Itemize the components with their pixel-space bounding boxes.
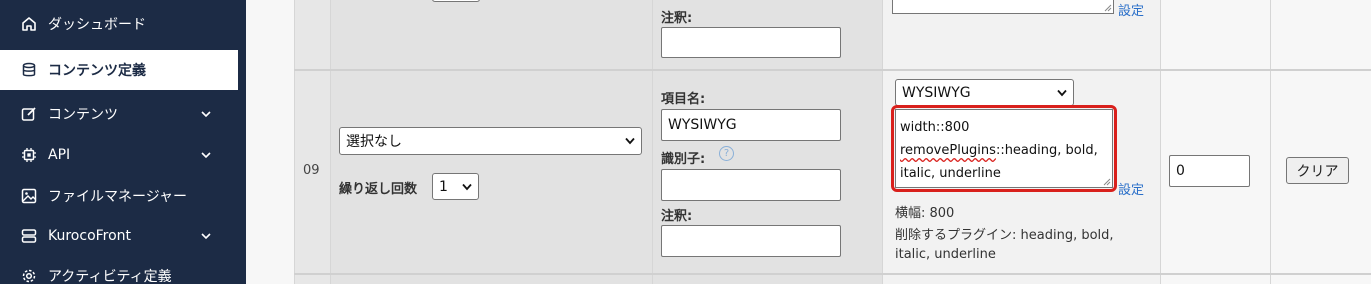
grid-line [1270,0,1271,284]
order-input[interactable]: 0 [1169,155,1250,187]
help-icon[interactable]: ? [719,146,734,161]
prev-options-textarea[interactable] [892,0,1114,14]
repeat-count-label: 繰り返し回数 [339,182,418,197]
chevron-down-icon [625,137,635,145]
resize-grip-icon [1104,4,1112,12]
identifier-input[interactable] [661,169,841,201]
order-column [1160,0,1270,284]
editor-type-select[interactable]: WYSIWYG [895,79,1074,106]
row-divider [294,69,1371,71]
summary-remove-plugins-cont: italic, underline [895,247,996,262]
summary-remove-plugins: 削除するプラグイン: heading, bold, [895,228,1114,243]
layers-icon [20,227,38,245]
grid-line [1160,0,1161,284]
field-name-label: 項目名: [661,92,706,107]
grid-line [294,0,295,284]
sidebar-item-label: アクティビティ定義 [48,269,172,285]
sidebar-item-activity-definition[interactable]: アクティビティ定義 [0,256,238,296]
chip-icon [20,146,38,164]
note-label: 注釈: [661,209,693,224]
note-input[interactable] [661,225,841,257]
settings-link[interactable]: 設定 [1118,179,1144,198]
number-column [294,0,330,284]
prev-note-label: 注釈: [661,11,693,26]
sidebar-item-label: KurocoFront [48,228,132,244]
sidebar-item-kurocofront[interactable]: KurocoFront [0,216,238,256]
sidebar-item-label: ファイルマネージャー [48,189,188,205]
field-name-input[interactable]: WYSIWYG [661,109,841,141]
row-divider [294,273,1371,275]
sidebar-item-dashboard[interactable]: ダッシュボード [0,4,238,44]
grid-line [330,0,331,284]
image-icon [20,187,38,205]
sidebar-item-label: コンテンツ [48,107,118,123]
database-icon [20,61,38,79]
prev-note-input[interactable] [661,27,841,58]
field-type-select[interactable]: 選択なし [339,127,642,155]
edit-icon [20,105,38,123]
sidebar-item-api[interactable]: API [0,135,238,175]
sidebar-item-label: API [48,147,71,163]
sidebar: ダッシュボード コンテンツ定義 コンテンツ API ファイルマネージャー Kur… [0,0,238,285]
sidebar-scroll-edge [238,0,246,284]
chevron-down-icon [462,183,472,190]
chevron-down-icon [201,152,211,159]
editor-type-value: WYSIWYG [902,84,971,101]
chevron-down-icon [201,233,211,240]
repeat-count-select[interactable]: 1 [432,173,479,200]
prev-settings-link[interactable]: 設定 [1118,0,1144,19]
chevron-down-icon [201,111,211,118]
row-number: 09 [303,163,320,178]
field-definition-table: 注釈: 設定 09 選択なし 繰り返し回数 1 項目名: WYSIWYG 識別子… [246,0,1371,284]
repeat-count-value: 1 [439,178,448,195]
clear-button[interactable]: クリア [1286,157,1349,184]
prev-repeat-select[interactable] [432,0,480,2]
action-column [1270,0,1371,284]
sidebar-item-label: コンテンツ定義 [48,63,146,79]
grid-line [882,0,883,284]
sidebar-item-file-manager[interactable]: ファイルマネージャー [0,176,238,216]
field-type-value: 選択なし [346,134,402,150]
summary-width: 横幅: 800 [895,206,955,221]
sidebar-item-contents[interactable]: コンテンツ [0,94,238,134]
identifier-label: 識別子: [661,152,706,167]
grid-line [652,0,653,284]
gear-icon [20,267,38,285]
chevron-down-icon [1057,89,1067,96]
highlight-box [891,105,1117,192]
home-icon [20,15,38,33]
sidebar-item-label: ダッシュボード [48,17,146,33]
sidebar-item-content-definition[interactable]: コンテンツ定義 [0,50,238,90]
